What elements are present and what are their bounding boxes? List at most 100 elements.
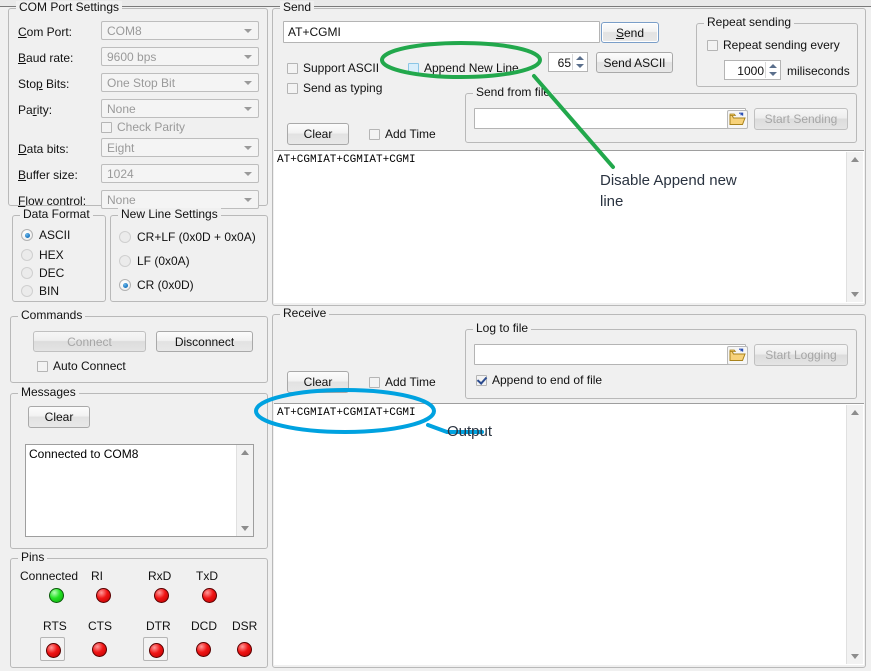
disconnect-button[interactable]: Disconnect xyxy=(156,331,253,352)
send-log-scrollbar[interactable] xyxy=(846,152,863,302)
spinner-buttons[interactable] xyxy=(572,54,586,70)
receive-add-time-checkbox[interactable]: Add Time xyxy=(369,375,436,389)
baud-rate-label: Baud rate: xyxy=(18,51,73,65)
baud-rate-select[interactable]: 9600 bps xyxy=(101,47,259,66)
com-port-settings-title: COM Port Settings xyxy=(16,1,122,13)
send-button[interactable]: Send xyxy=(601,22,659,43)
com-port-label: Com Port: xyxy=(18,25,72,39)
pin-led-ri xyxy=(96,588,111,603)
scroll-down-icon[interactable] xyxy=(241,526,249,531)
send-log[interactable]: AT+CGMIAT+CGMIAT+CGMI xyxy=(274,150,864,303)
chevron-down-icon xyxy=(244,29,252,33)
log-to-file-group: Log to file Start Logging Append to end … xyxy=(465,329,857,399)
checkbox-box xyxy=(476,375,487,386)
start-sending-label: Start Sending xyxy=(765,112,838,126)
checkbox-box xyxy=(369,377,380,388)
repeat-interval-spinner[interactable]: 1000 xyxy=(724,60,781,80)
pin-led-rts xyxy=(46,643,61,658)
send-log-text: AT+CGMIAT+CGMIAT+CGMI xyxy=(277,153,846,167)
messages-log-scrollbar[interactable] xyxy=(236,445,253,536)
append-to-end-of-file-checkbox[interactable]: Append to end of file xyxy=(476,373,602,387)
scroll-up-icon[interactable] xyxy=(241,450,249,455)
radio-newline-lf[interactable]: LF (0x0A) xyxy=(119,254,190,268)
ascii-code-spinner[interactable]: 65 xyxy=(548,52,588,72)
messages-clear-label: Clear xyxy=(45,410,74,424)
scroll-down-icon[interactable] xyxy=(851,654,859,659)
repeat-interval-unit-label: miliseconds xyxy=(787,64,850,78)
radio-data-format-ascii[interactable]: ASCII xyxy=(21,228,70,242)
send-from-file-browse-button[interactable] xyxy=(727,110,748,129)
repeat-sending-title: Repeat sending xyxy=(704,16,794,28)
messages-title: Messages xyxy=(18,386,79,398)
data-bits-label: Data bits: xyxy=(18,142,69,156)
receive-clear-button[interactable]: Clear xyxy=(287,371,349,393)
spinner-up-icon[interactable] xyxy=(576,56,584,60)
radio-label: DEC xyxy=(39,266,64,280)
parity-select[interactable]: None xyxy=(101,99,259,118)
radio-newline-cr[interactable]: CR (0x0D) xyxy=(119,278,194,292)
checkbox-box xyxy=(408,63,419,74)
com-port-select[interactable]: COM8 xyxy=(101,21,259,40)
chevron-down-icon xyxy=(244,81,252,85)
repeat-sending-checkbox[interactable]: Repeat sending every xyxy=(707,38,840,52)
pin-led-connected xyxy=(49,588,64,603)
annotation-blue-note: Output xyxy=(447,423,492,440)
chevron-down-icon xyxy=(244,198,252,202)
spinner-down-icon[interactable] xyxy=(576,64,584,68)
connect-button[interactable]: Connect xyxy=(33,331,146,352)
send-command-input[interactable]: AT+CGMI xyxy=(283,21,600,43)
checkbox-box xyxy=(101,122,112,133)
spinner-up-icon[interactable] xyxy=(769,64,777,68)
radio-data-format-dec[interactable]: DEC xyxy=(21,266,64,280)
log-to-file-input[interactable] xyxy=(474,344,746,365)
support-ascii-checkbox[interactable]: Support ASCII xyxy=(287,61,379,75)
append-new-line-checkbox[interactable]: Append New Line xyxy=(408,61,519,75)
send-command-value: AT+CGMI xyxy=(288,25,341,39)
scroll-down-icon[interactable] xyxy=(851,292,859,297)
receive-log[interactable]: AT+CGMIAT+CGMIAT+CGMI xyxy=(274,403,864,665)
spinner-down-icon[interactable] xyxy=(769,72,777,76)
log-to-file-browse-button[interactable] xyxy=(727,346,748,365)
radio-dot xyxy=(21,229,33,241)
radio-data-format-hex[interactable]: HEX xyxy=(21,248,64,262)
scroll-up-icon[interactable] xyxy=(851,410,859,415)
folder-open-icon xyxy=(729,348,746,363)
send-add-time-checkbox[interactable]: Add Time xyxy=(369,127,436,141)
folder-open-icon xyxy=(729,112,746,127)
pin-button-dtr[interactable] xyxy=(143,637,168,661)
buffer-size-select[interactable]: 1024 xyxy=(101,164,259,183)
pin-led-txd xyxy=(202,588,217,603)
messages-log[interactable]: Connected to COM8 xyxy=(25,444,254,537)
check-parity-checkbox[interactable]: Check Parity xyxy=(101,120,185,134)
radio-newline-crlf[interactable]: CR+LF (0x0D + 0x0A) xyxy=(119,230,256,244)
receive-group: Receive Clear Add Time Log to file Start xyxy=(272,314,866,668)
start-logging-button[interactable]: Start Logging xyxy=(754,344,848,366)
send-from-file-input[interactable] xyxy=(474,108,746,129)
auto-connect-checkbox[interactable]: Auto Connect xyxy=(37,359,126,373)
receive-log-text: AT+CGMIAT+CGMIAT+CGMI xyxy=(277,406,846,420)
send-as-typing-checkbox[interactable]: Send as typing xyxy=(287,81,382,95)
window-top-edge xyxy=(0,0,871,7)
pin-button-rts[interactable] xyxy=(40,637,65,661)
pin-label-dtr: DTR xyxy=(146,619,171,633)
stop-bits-value: One Stop Bit xyxy=(107,76,175,90)
pins-title: Pins xyxy=(18,551,47,563)
flow-control-label: Flow control: xyxy=(18,194,86,208)
spinner-buttons[interactable] xyxy=(765,62,779,78)
support-ascii-label: Support ASCII xyxy=(303,61,379,75)
receive-log-scrollbar[interactable] xyxy=(846,405,863,664)
checkbox-box xyxy=(37,361,48,372)
scroll-up-icon[interactable] xyxy=(851,157,859,162)
data-bits-select[interactable]: Eight xyxy=(101,138,259,157)
pin-label-cts: CTS xyxy=(88,619,112,633)
radio-data-format-bin[interactable]: BIN xyxy=(21,284,59,298)
connect-button-label: Connect xyxy=(67,335,112,349)
send-ascii-button[interactable]: Send ASCII xyxy=(596,52,673,73)
data-format-title: Data Format xyxy=(20,208,93,220)
start-sending-button[interactable]: Start Sending xyxy=(754,108,848,130)
send-clear-button[interactable]: Clear xyxy=(287,123,349,145)
flow-control-value: None xyxy=(107,193,136,207)
stop-bits-select[interactable]: One Stop Bit xyxy=(101,73,259,92)
messages-clear-button[interactable]: Clear xyxy=(28,406,90,428)
send-from-file-title: Send from file xyxy=(473,86,553,98)
